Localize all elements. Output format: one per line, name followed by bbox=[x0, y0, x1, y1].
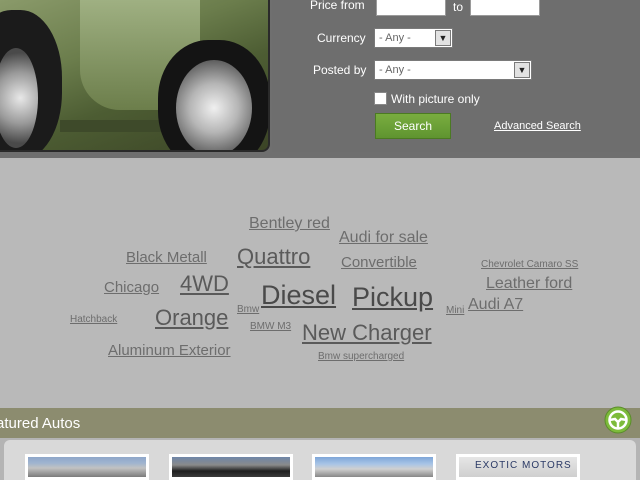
car-photo bbox=[0, 0, 270, 152]
tag-link[interactable]: Mini bbox=[446, 305, 464, 316]
search-button[interactable]: Search bbox=[375, 113, 451, 139]
posted-by-value: - Any - bbox=[379, 64, 411, 76]
price-from-input[interactable] bbox=[376, 0, 446, 16]
tag-link[interactable]: Bmw supercharged bbox=[318, 351, 404, 362]
tag-link[interactable]: Bmw bbox=[237, 304, 259, 315]
currency-select[interactable]: - Any - ▼ bbox=[374, 28, 453, 48]
tag-link[interactable]: Chicago bbox=[104, 279, 159, 296]
tag-link[interactable]: Chevrolet Camaro SS bbox=[481, 259, 578, 270]
car-photo-thumb bbox=[315, 457, 433, 477]
currency-label: Currency bbox=[317, 31, 366, 45]
steering-wheel-icon[interactable] bbox=[604, 406, 632, 434]
featured-thumb[interactable]: EXOTIC MOTORS bbox=[456, 454, 580, 480]
featured-header bbox=[0, 408, 640, 438]
dealer-photo-thumb: EXOTIC MOTORS bbox=[459, 457, 577, 477]
car-photo-thumb bbox=[172, 457, 290, 477]
tag-link[interactable]: Black Metall bbox=[126, 249, 207, 266]
chevron-down-icon: ▼ bbox=[435, 30, 451, 46]
posted-by-label: Posted by bbox=[313, 63, 367, 77]
currency-value: - Any - bbox=[379, 32, 411, 44]
advanced-search-link[interactable]: Advanced Search bbox=[494, 120, 581, 132]
tag-link[interactable]: Convertible bbox=[341, 254, 417, 271]
tag-link[interactable]: Aluminum Exterior bbox=[108, 342, 231, 359]
tag-link[interactable]: BMW M3 bbox=[250, 321, 291, 332]
tag-link[interactable]: Audi A7 bbox=[468, 296, 523, 314]
front-rim bbox=[176, 60, 252, 150]
tag-link[interactable]: Quattro bbox=[237, 244, 310, 270]
featured-title: atured Autos bbox=[0, 415, 81, 432]
tag-link[interactable]: New Charger bbox=[302, 320, 432, 346]
featured-thumb[interactable] bbox=[25, 454, 149, 480]
posted-by-select[interactable]: - Any - ▼ bbox=[374, 60, 532, 80]
tag-link[interactable]: Hatchback bbox=[70, 314, 117, 325]
price-from-label: Price from bbox=[310, 0, 365, 12]
car-photo-thumb bbox=[28, 457, 146, 477]
price-to-label: to bbox=[453, 0, 464, 14]
hero-section bbox=[0, 0, 640, 158]
tag-link[interactable]: Diesel bbox=[261, 280, 336, 311]
price-to-input[interactable] bbox=[470, 0, 540, 16]
featured-thumb[interactable] bbox=[312, 454, 436, 480]
with-picture-label: With picture only bbox=[391, 92, 480, 106]
tag-link[interactable]: Audi for sale bbox=[339, 229, 428, 247]
with-picture-checkbox[interactable] bbox=[374, 92, 387, 105]
tag-link[interactable]: 4WD bbox=[180, 271, 229, 297]
tag-link[interactable]: Pickup bbox=[352, 282, 433, 313]
tag-link[interactable]: Orange bbox=[155, 305, 228, 331]
tag-link[interactable]: Bentley red bbox=[249, 215, 330, 233]
tag-link[interactable]: Leather ford bbox=[486, 275, 572, 293]
chevron-down-icon: ▼ bbox=[514, 62, 530, 78]
featured-thumb[interactable] bbox=[169, 454, 293, 480]
